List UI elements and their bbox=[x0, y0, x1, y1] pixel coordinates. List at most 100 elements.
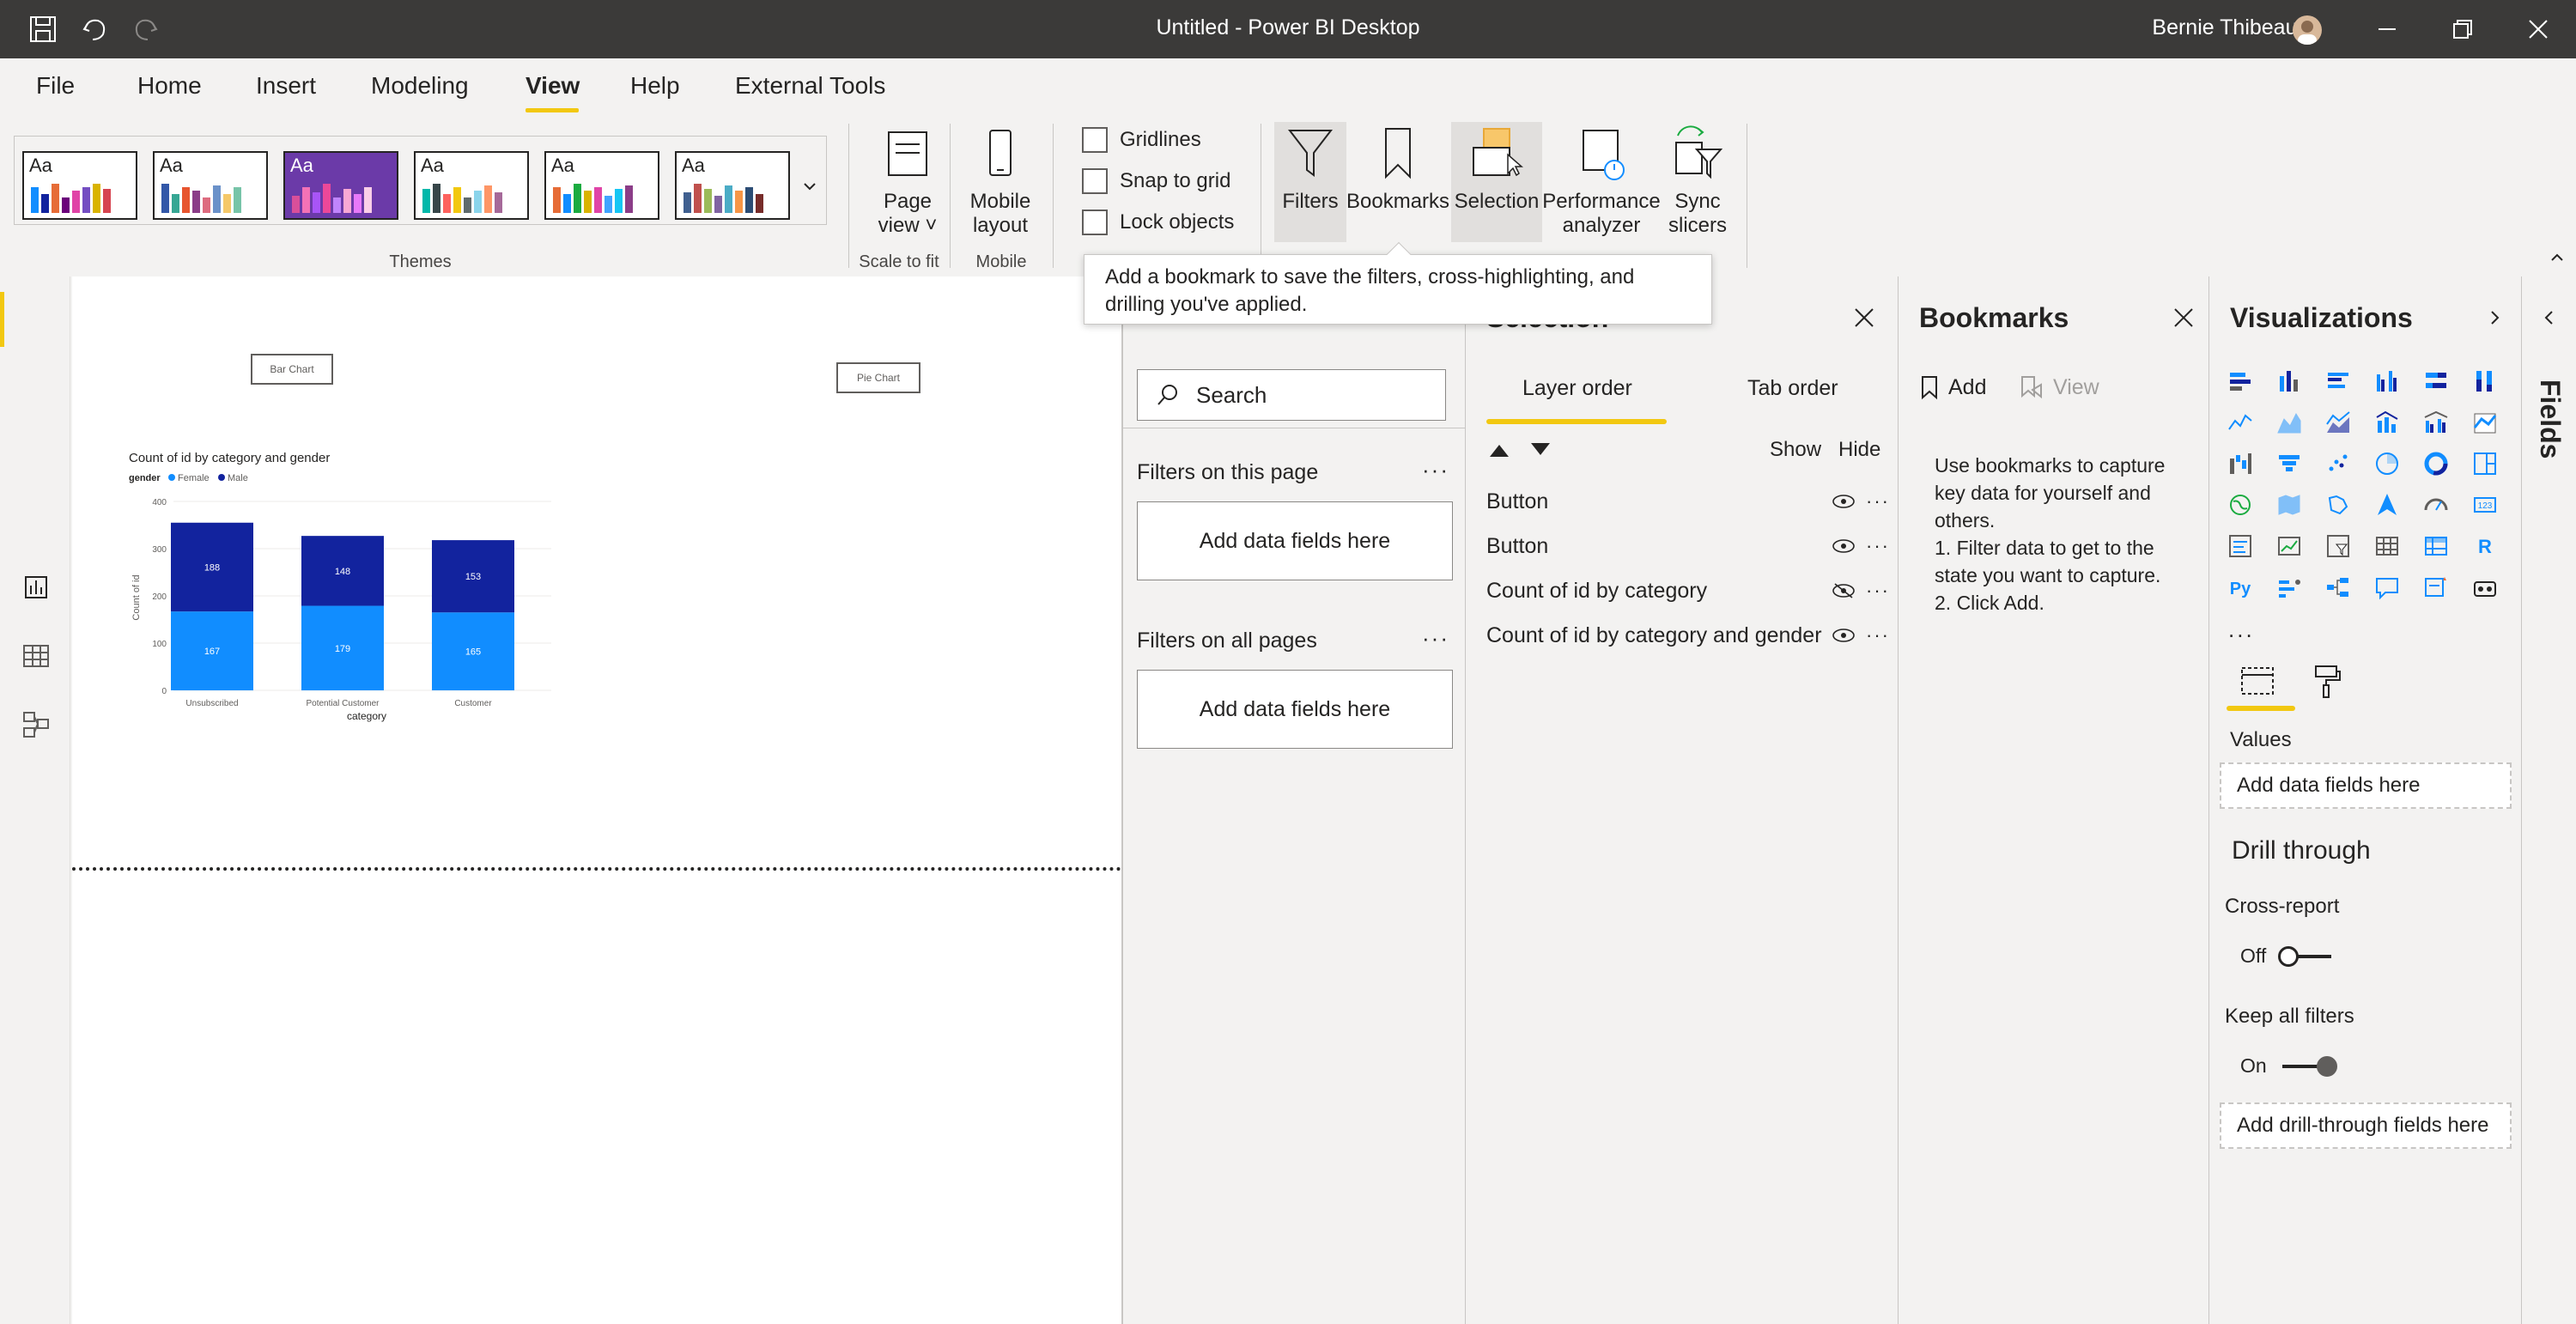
paginated-report-icon[interactable] bbox=[2470, 572, 2500, 603]
layer-more-button[interactable]: ··· bbox=[1866, 624, 1890, 647]
bar-chart-button[interactable]: Bar Chart bbox=[251, 354, 333, 385]
theme-4[interactable]: Aa bbox=[414, 151, 529, 220]
kpi-icon[interactable] bbox=[2274, 531, 2305, 562]
stacked-bar-chart[interactable]: Count of id by category and gender gende… bbox=[122, 445, 568, 728]
menu-insert[interactable]: Insert bbox=[256, 72, 316, 100]
filters-page-more-button[interactable]: ··· bbox=[1422, 457, 1449, 483]
drill-through-dropzone[interactable]: Add drill-through fields here bbox=[2220, 1102, 2512, 1149]
layer-more-button[interactable]: ··· bbox=[1866, 490, 1890, 513]
report-view-icon[interactable] bbox=[19, 570, 53, 604]
selection-button[interactable]: Selection bbox=[1451, 124, 1542, 214]
restore-icon[interactable] bbox=[2445, 12, 2480, 46]
chevron-right-icon[interactable] bbox=[2484, 307, 2505, 328]
matrix-icon[interactable] bbox=[2421, 531, 2451, 562]
waterfall-icon[interactable] bbox=[2225, 448, 2256, 479]
menu-file[interactable]: File bbox=[36, 72, 75, 100]
r-visual-icon[interactable]: R bbox=[2470, 531, 2500, 562]
stacked-area-icon[interactable] bbox=[2323, 407, 2354, 438]
layer-more-button[interactable]: ··· bbox=[1866, 580, 1890, 602]
smart-narrative-icon[interactable] bbox=[2421, 572, 2451, 603]
user-name[interactable]: Bernie Thibeault bbox=[2152, 15, 2308, 40]
gauge-icon[interactable] bbox=[2421, 489, 2451, 520]
fields-pane[interactable]: Fields bbox=[2521, 276, 2576, 1324]
mobile-layout-button[interactable]: Mobile layout bbox=[957, 124, 1044, 238]
bookmarks-button[interactable]: Bookmarks bbox=[1346, 124, 1449, 214]
decomposition-tree-icon[interactable] bbox=[2323, 572, 2354, 603]
format-paint-roller-icon[interactable] bbox=[2307, 661, 2348, 702]
theme-default[interactable]: Aa bbox=[22, 151, 137, 220]
eye-icon[interactable] bbox=[1832, 627, 1856, 644]
layer-item[interactable]: Count of id by category and gender ··· bbox=[1486, 616, 1890, 654]
hide-all-button[interactable]: Hide bbox=[1838, 438, 1880, 462]
close-icon[interactable] bbox=[2521, 12, 2555, 46]
filled-map-icon[interactable] bbox=[2274, 489, 2305, 520]
key-influencers-icon[interactable] bbox=[2274, 572, 2305, 603]
layer-more-button[interactable]: ··· bbox=[1866, 535, 1890, 557]
chevron-left-icon[interactable] bbox=[2539, 307, 2560, 328]
close-bookmarks-icon[interactable] bbox=[2170, 304, 2197, 331]
cross-report-toggle[interactable]: Off bbox=[2240, 944, 2332, 968]
close-selection-icon[interactable] bbox=[1850, 304, 1878, 331]
view-bookmark-button[interactable]: View bbox=[2019, 374, 2099, 400]
area-chart-icon[interactable] bbox=[2274, 407, 2305, 438]
map-icon[interactable] bbox=[2225, 489, 2256, 520]
values-dropzone[interactable]: Add data fields here bbox=[2220, 762, 2512, 809]
slicer-icon[interactable] bbox=[2323, 531, 2354, 562]
stacked-bar-icon[interactable] bbox=[2225, 366, 2256, 397]
fields-well-icon[interactable] bbox=[2237, 663, 2278, 701]
more-visuals-button[interactable]: ... bbox=[2228, 616, 2255, 643]
tab-tab-order[interactable]: Tab order bbox=[1747, 376, 1838, 401]
qa-visual-icon[interactable] bbox=[2372, 572, 2403, 603]
page-view-button[interactable]: Page view ˅ bbox=[864, 124, 951, 238]
menu-modeling[interactable]: Modeling bbox=[371, 72, 469, 100]
theme-3[interactable]: Aa bbox=[283, 151, 398, 220]
collapse-ribbon-icon[interactable] bbox=[2547, 247, 2567, 268]
eye-hidden-icon[interactable] bbox=[1832, 582, 1856, 599]
treemap-icon[interactable] bbox=[2470, 448, 2500, 479]
azure-map-icon[interactable] bbox=[2372, 489, 2403, 520]
pie-icon[interactable] bbox=[2372, 448, 2403, 479]
scatter-icon[interactable] bbox=[2323, 448, 2354, 479]
gridlines-checkbox[interactable] bbox=[1082, 127, 1108, 153]
python-visual-icon[interactable]: Py bbox=[2225, 572, 2256, 603]
table-icon[interactable] bbox=[2372, 531, 2403, 562]
card-icon[interactable]: 123 bbox=[2470, 489, 2500, 520]
stacked-column-icon[interactable] bbox=[2274, 366, 2305, 397]
move-down-icon[interactable] bbox=[1528, 440, 1553, 460]
snap-to-grid-checkbox-row[interactable]: Snap to grid bbox=[1082, 168, 1230, 194]
layer-item[interactable]: Button ··· bbox=[1486, 527, 1890, 565]
menu-home[interactable]: Home bbox=[137, 72, 202, 100]
tab-layer-order[interactable]: Layer order bbox=[1522, 376, 1632, 401]
move-up-icon[interactable] bbox=[1486, 440, 1512, 460]
clustered-column-icon[interactable] bbox=[2372, 366, 2403, 397]
menu-help[interactable]: Help bbox=[630, 72, 680, 100]
data-view-icon[interactable] bbox=[19, 639, 53, 673]
layer-item[interactable]: Button ··· bbox=[1486, 483, 1890, 520]
donut-icon[interactable] bbox=[2421, 448, 2451, 479]
lock-objects-checkbox[interactable] bbox=[1082, 210, 1108, 235]
100-stacked-column-icon[interactable] bbox=[2470, 366, 2500, 397]
menu-view[interactable]: View bbox=[526, 72, 580, 100]
line-clustered-column-icon[interactable] bbox=[2421, 407, 2451, 438]
show-all-button[interactable]: Show bbox=[1770, 438, 1821, 462]
line-column-icon[interactable] bbox=[2372, 407, 2403, 438]
snap-to-grid-checkbox[interactable] bbox=[1082, 168, 1108, 194]
pie-chart-button[interactable]: Pie Chart bbox=[836, 362, 920, 393]
keep-filters-toggle[interactable]: On bbox=[2240, 1054, 2337, 1078]
funnel-icon[interactable] bbox=[2274, 448, 2305, 479]
filters-all-dropzone[interactable]: Add data fields here bbox=[1137, 670, 1453, 749]
minimize-icon[interactable] bbox=[2370, 12, 2404, 46]
theme-6[interactable]: Aa bbox=[675, 151, 790, 220]
eye-icon[interactable] bbox=[1832, 537, 1856, 555]
report-canvas[interactable]: Bar Chart Pie Chart bbox=[72, 276, 1121, 1324]
model-view-icon[interactable] bbox=[19, 708, 53, 742]
theme-5[interactable]: Aa bbox=[544, 151, 659, 220]
shape-map-icon[interactable] bbox=[2323, 489, 2354, 520]
100-stacked-bar-icon[interactable] bbox=[2421, 366, 2451, 397]
filters-button[interactable]: Filters bbox=[1274, 124, 1346, 214]
lock-objects-checkbox-row[interactable]: Lock objects bbox=[1082, 210, 1234, 235]
filters-page-dropzone[interactable]: Add data fields here bbox=[1137, 501, 1453, 580]
menu-external-tools[interactable]: External Tools bbox=[735, 72, 885, 100]
performance-analyzer-button[interactable]: Performance analyzer bbox=[1542, 124, 1661, 238]
filters-all-more-button[interactable]: ··· bbox=[1422, 625, 1449, 652]
